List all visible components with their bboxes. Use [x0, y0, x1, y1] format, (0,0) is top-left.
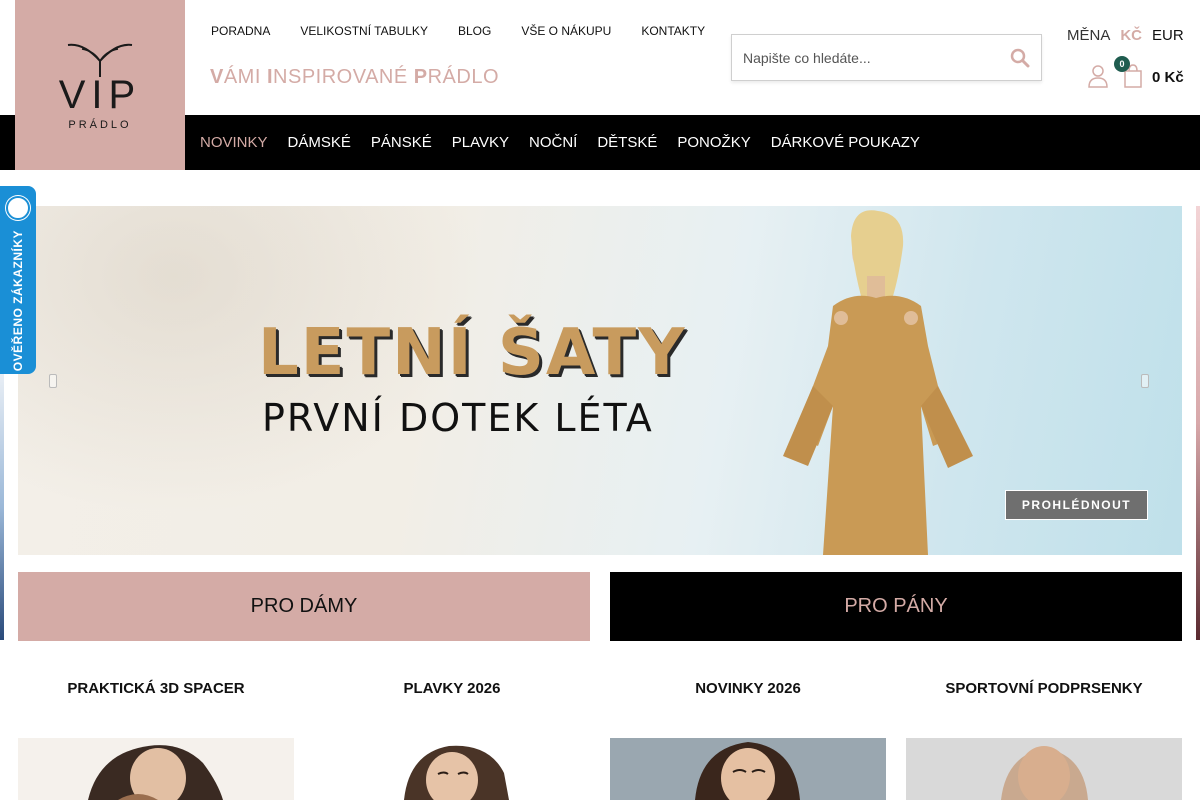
nav-edge — [0, 115, 15, 170]
currency-czk[interactable]: KČ — [1120, 27, 1142, 44]
currency-switcher: MĚNA KČ EUR — [1067, 27, 1184, 44]
hero-subtitle: PRVNÍ DOTEK LÉTA — [262, 396, 654, 440]
top-link-contacts[interactable]: KONTAKTY — [641, 24, 705, 38]
top-links: PORADNA VELIKOSTNÍ TABULKY BLOG VŠE O NÁ… — [211, 24, 735, 38]
nav-item-damske[interactable]: DÁMSKÉ — [288, 134, 351, 151]
category-title-new-2026[interactable]: NOVINKY 2026 — [610, 680, 886, 697]
category-title-sports-bras[interactable]: SPORTOVNÍ PODPRSENKY — [906, 680, 1182, 697]
hero-title: LETNÍ ŠATY — [258, 316, 687, 390]
hero-browse-button[interactable]: PROHLÉDNOUT — [1005, 490, 1148, 520]
main-nav: NOVINKY DÁMSKÉ PÁNSKÉ PLAVKY NOČNÍ DĚTSK… — [185, 115, 1200, 170]
top-link-blog[interactable]: BLOG — [458, 24, 491, 38]
tagline-part: RÁDLO — [427, 66, 499, 88]
nav-item-plavky[interactable]: PLAVKY — [452, 134, 509, 151]
model-in-dress-image — [783, 210, 973, 555]
tagline-part: NSPIROVANÉ — [273, 66, 414, 88]
category-image-swimwear[interactable] — [314, 738, 590, 800]
top-link-about-purchase[interactable]: VŠE O NÁKUPU — [521, 24, 611, 38]
search-input[interactable] — [743, 49, 993, 66]
search-icon[interactable] — [1010, 48, 1030, 68]
category-image-new-arrivals[interactable] — [610, 738, 886, 800]
side-banner-left — [0, 374, 4, 640]
carousel-prev-arrow[interactable] — [49, 374, 57, 388]
nav-item-gift-vouchers[interactable]: DÁRKOVÉ POUKAZY — [771, 134, 920, 151]
logo-text: VIP — [58, 73, 142, 117]
cart-count-badge: 0 — [1114, 56, 1130, 72]
search-box — [731, 34, 1042, 81]
nav-item-novinky[interactable]: NOVINKY — [200, 134, 268, 151]
logo-subtext: PRÁDLO — [68, 119, 132, 131]
nav-item-ponozky[interactable]: PONOŽKY — [677, 134, 750, 151]
currency-label: MĚNA — [1067, 27, 1111, 44]
nav-item-panske[interactable]: PÁNSKÉ — [371, 134, 432, 151]
nav-item-nocni[interactable]: NOČNÍ — [529, 134, 577, 151]
logo[interactable]: VIP PRÁDLO — [15, 0, 185, 170]
currency-eur[interactable]: EUR — [1152, 27, 1184, 44]
tagline-initial: P — [413, 66, 428, 88]
tagline-initial: V — [210, 66, 224, 88]
hero-banner[interactable]: LETNÍ ŠATY PRVNÍ DOTEK LÉTA PROHLÉDNOUT — [18, 206, 1182, 555]
tagline: VÁMI INSPIROVANÉ PRÁDLO — [210, 66, 499, 89]
cart-total[interactable]: 0 Kč — [1152, 69, 1184, 86]
top-link-size-tables[interactable]: VELIKOSTNÍ TABULKY — [300, 24, 428, 38]
verified-badge-label: OVĚŘENO ZÁKAZNÍKY — [11, 230, 25, 372]
category-image-sports-bras[interactable] — [906, 738, 1182, 800]
for-women-button[interactable]: PRO DÁMY — [18, 572, 590, 641]
for-men-button[interactable]: PRO PÁNY — [610, 572, 1182, 641]
side-banner-right — [1196, 206, 1200, 640]
verified-by-customers-badge[interactable]: OVĚŘENO ZÁKAZNÍKY — [0, 186, 36, 374]
verified-seal-icon — [6, 196, 30, 220]
top-link-poradna[interactable]: PORADNA — [211, 24, 270, 38]
category-image-3d-spacer[interactable] — [18, 738, 294, 800]
category-title-3d-spacer[interactable]: PRAKTICKÁ 3D SPACER — [18, 680, 294, 697]
carousel-next-arrow[interactable] — [1141, 374, 1149, 388]
tagline-part: ÁMI — [223, 66, 267, 88]
category-title-swimwear-2026[interactable]: PLAVKY 2026 — [314, 680, 590, 697]
user-icon[interactable] — [1088, 64, 1108, 88]
nav-item-detske[interactable]: DĚTSKÉ — [597, 134, 657, 151]
